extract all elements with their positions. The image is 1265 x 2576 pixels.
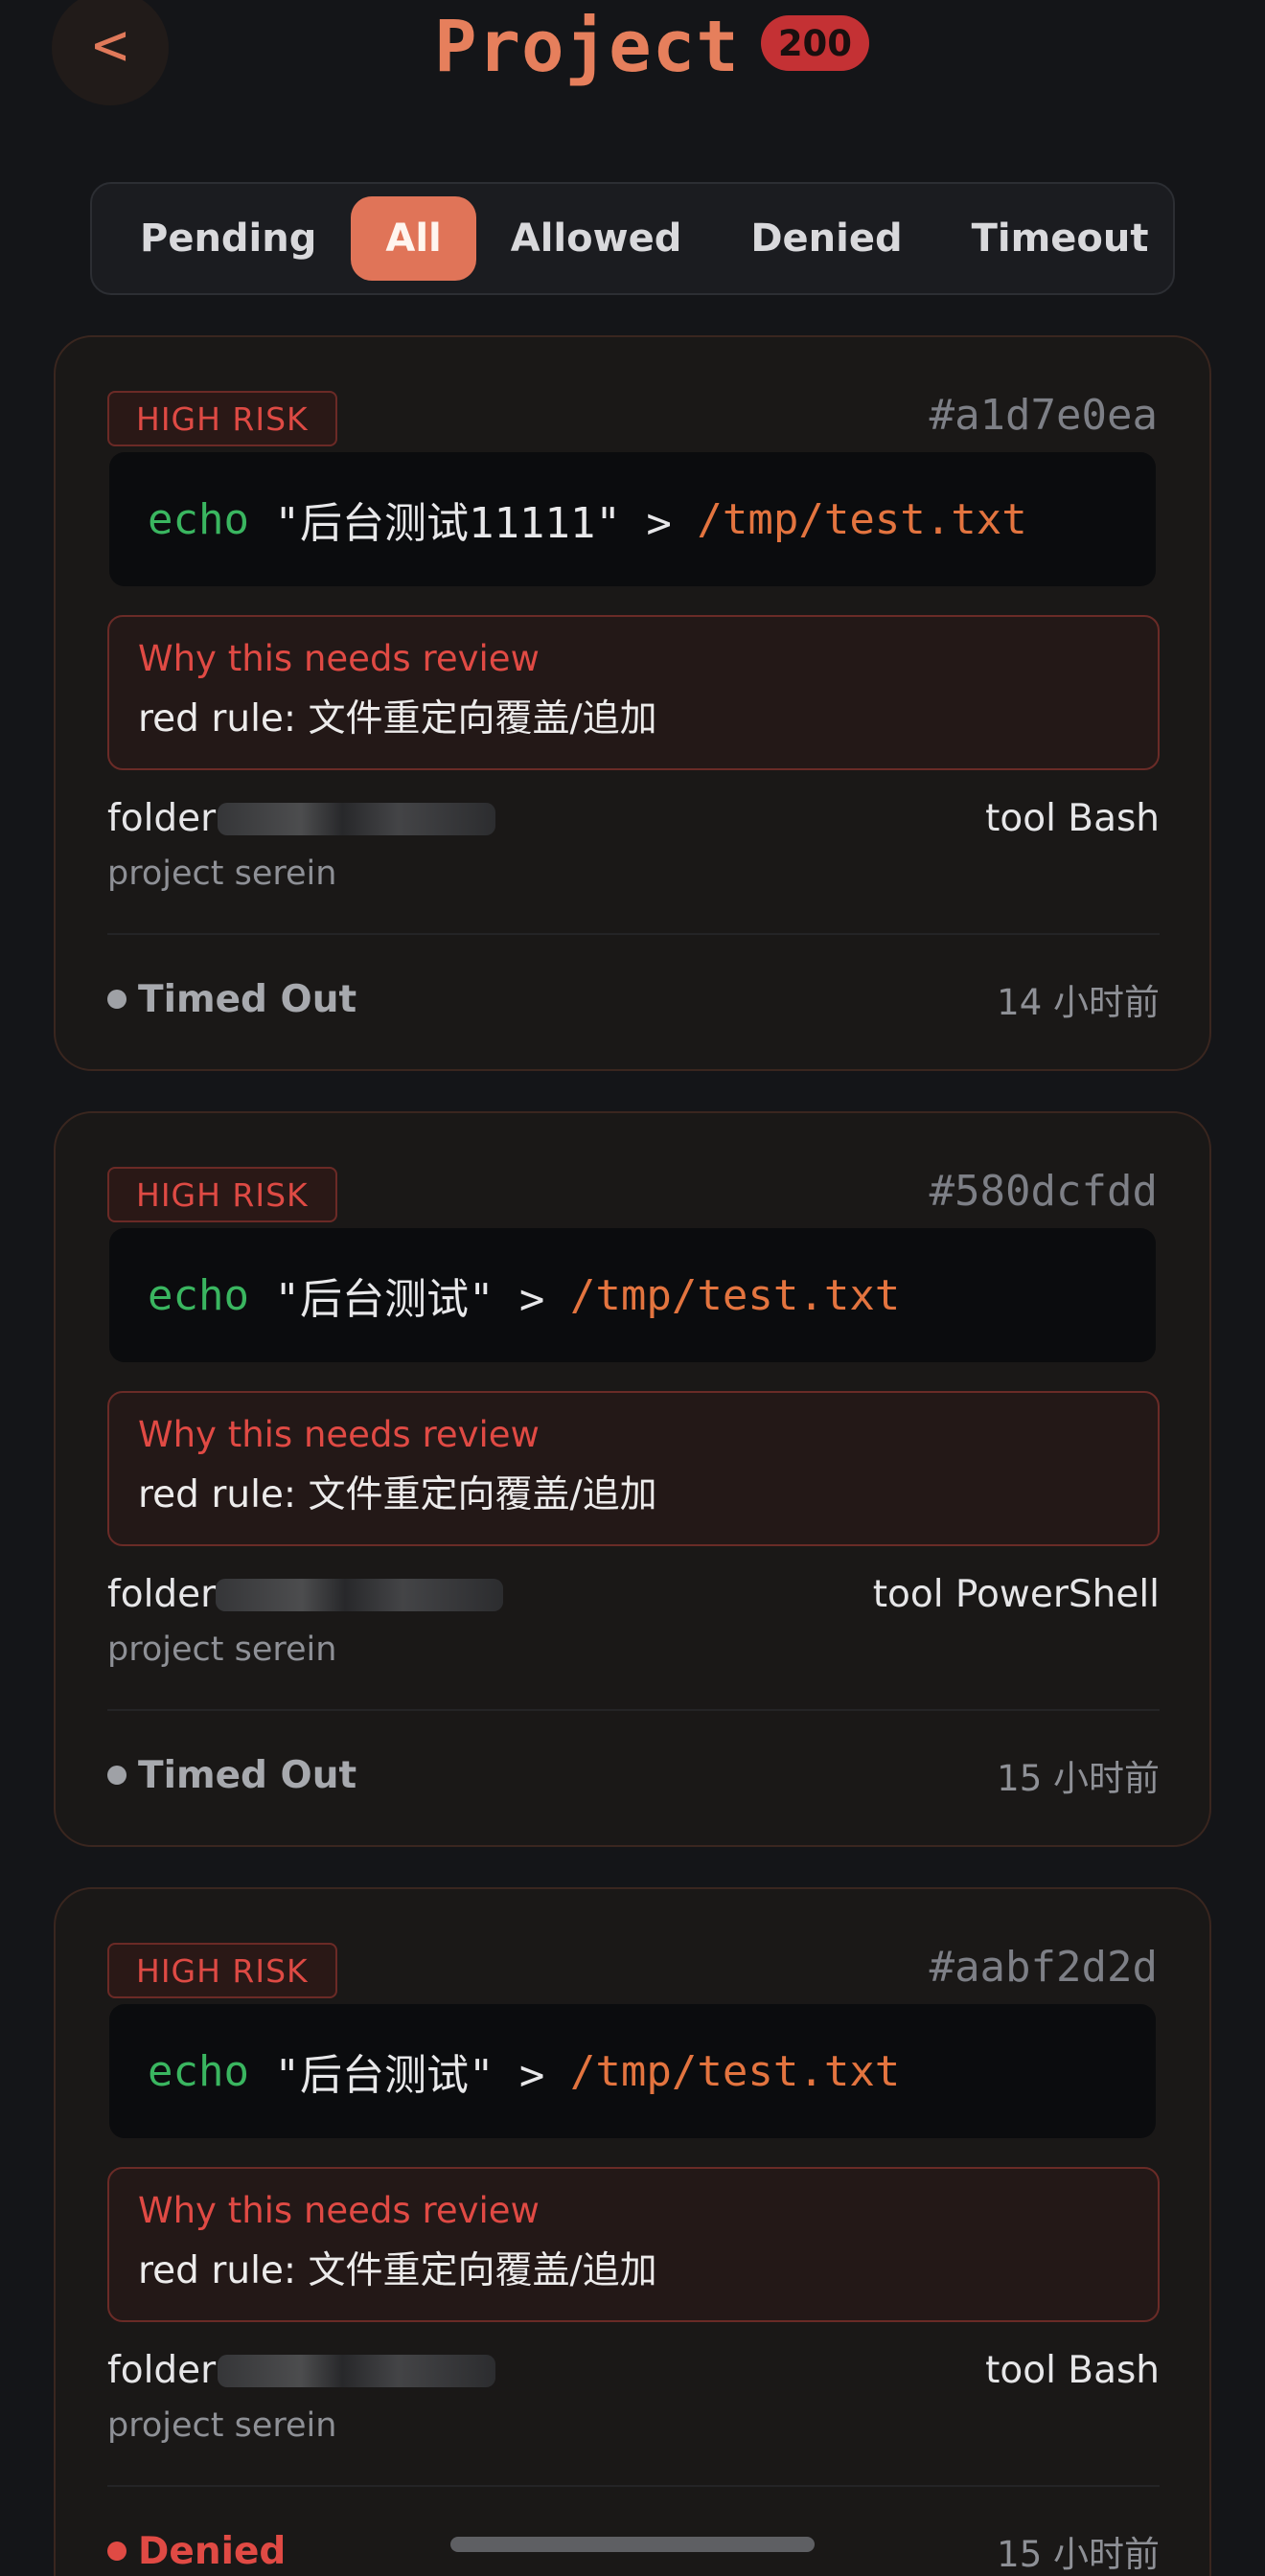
review-title: Why this needs review <box>138 1414 540 1455</box>
meta-row: folder tool Bash <box>107 2349 1160 2392</box>
tab-denied[interactable]: Denied <box>716 196 936 281</box>
risk-badge: HIGH RISK <box>107 1167 337 1222</box>
status-badge: Denied <box>107 2530 286 2573</box>
project-label: project serein <box>107 1630 337 1669</box>
command-args: "后台测试" > <box>248 2051 570 2100</box>
header: Project 200 <box>0 6 1265 88</box>
page-title: Project <box>433 6 740 88</box>
review-title: Why this needs review <box>138 2190 540 2231</box>
risk-badge: HIGH RISK <box>107 391 337 446</box>
status-text: Timed Out <box>138 1753 357 1797</box>
review-title: Why this needs review <box>138 638 540 679</box>
folder-label: folder <box>107 797 217 840</box>
command-block: echo "后台测试" > /tmp/test.txt <box>109 2004 1156 2138</box>
redacted-folder-path <box>216 1578 504 1611</box>
status-text: Denied <box>138 2529 287 2573</box>
command-keyword: echo <box>148 494 249 544</box>
command-args: "后台测试" > <box>248 1275 570 1324</box>
project-label: project serein <box>107 2406 337 2445</box>
count-badge: 200 <box>760 15 870 71</box>
status-text: Timed Out <box>138 977 357 1021</box>
request-card[interactable]: HIGH RISK #580dcfdd echo "后台测试" > /tmp/t… <box>54 1111 1211 1847</box>
review-rule: red rule: 文件重定向覆盖/追加 <box>138 1473 657 1516</box>
redacted-folder-path <box>218 802 496 835</box>
tool-label: tool PowerShell <box>872 1573 1160 1616</box>
review-reason: Why this needs review red rule: 文件重定向覆盖/… <box>107 2167 1160 2322</box>
command-args: "后台测试11111" > <box>248 499 698 548</box>
request-hash: #aabf2d2d <box>929 1943 1158 1992</box>
divider <box>107 1709 1160 1711</box>
request-card[interactable]: HIGH RISK #a1d7e0ea echo "后台测试11111" > /… <box>54 335 1211 1071</box>
status-row: Timed Out 15 小时前 <box>107 1749 1160 1801</box>
project-label: project serein <box>107 855 337 893</box>
home-indicator[interactable] <box>450 2537 815 2552</box>
tab-allowed[interactable]: Allowed <box>476 196 717 281</box>
request-hash: #580dcfdd <box>929 1167 1158 1216</box>
review-rule: red rule: 文件重定向覆盖/追加 <box>138 2249 657 2292</box>
request-hash: #a1d7e0ea <box>929 391 1158 440</box>
review-rule: red rule: 文件重定向覆盖/追加 <box>138 697 657 741</box>
tool-label: tool Bash <box>985 797 1160 840</box>
command-path: /tmp/test.txt <box>569 2046 901 2096</box>
command-block: echo "后台测试" > /tmp/test.txt <box>109 1228 1156 1362</box>
tab-timeout[interactable]: Timeout <box>937 196 1184 281</box>
request-card[interactable]: HIGH RISK #aabf2d2d echo "后台测试" > /tmp/t… <box>54 1887 1211 2576</box>
timestamp: 15 小时前 <box>997 2534 1160 2575</box>
status-dot-icon <box>107 1766 126 1785</box>
timestamp: 14 小时前 <box>997 982 1160 1023</box>
command-path: /tmp/test.txt <box>697 494 1027 544</box>
status-dot-icon <box>107 2542 126 2561</box>
folder-label: folder <box>107 2349 217 2392</box>
risk-badge: HIGH RISK <box>107 1943 337 1998</box>
meta-row: folder tool Bash <box>107 797 1160 840</box>
tool-label: tool Bash <box>985 2349 1160 2392</box>
divider <box>107 933 1160 935</box>
filter-tabs: Pending All Allowed Denied Timeout <box>90 182 1175 295</box>
tab-all[interactable]: All <box>351 196 476 281</box>
timestamp: 15 小时前 <box>997 1758 1160 1799</box>
command-path: /tmp/test.txt <box>569 1270 901 1320</box>
divider <box>107 2485 1160 2487</box>
review-reason: Why this needs review red rule: 文件重定向覆盖/… <box>107 1391 1160 1546</box>
meta-row: folder tool PowerShell <box>107 1573 1160 1616</box>
review-reason: Why this needs review red rule: 文件重定向覆盖/… <box>107 615 1160 770</box>
command-keyword: echo <box>148 2046 249 2096</box>
status-row: Timed Out 14 小时前 <box>107 973 1160 1025</box>
tab-pending[interactable]: Pending <box>105 196 351 281</box>
status-dot-icon <box>107 990 126 1009</box>
command-keyword: echo <box>148 1270 249 1320</box>
folder-label: folder <box>107 1573 217 1616</box>
command-block: echo "后台测试11111" > /tmp/test.txt <box>109 452 1156 586</box>
redacted-folder-path <box>218 2354 496 2387</box>
status-badge: Timed Out <box>107 978 356 1021</box>
status-badge: Timed Out <box>107 1754 356 1797</box>
